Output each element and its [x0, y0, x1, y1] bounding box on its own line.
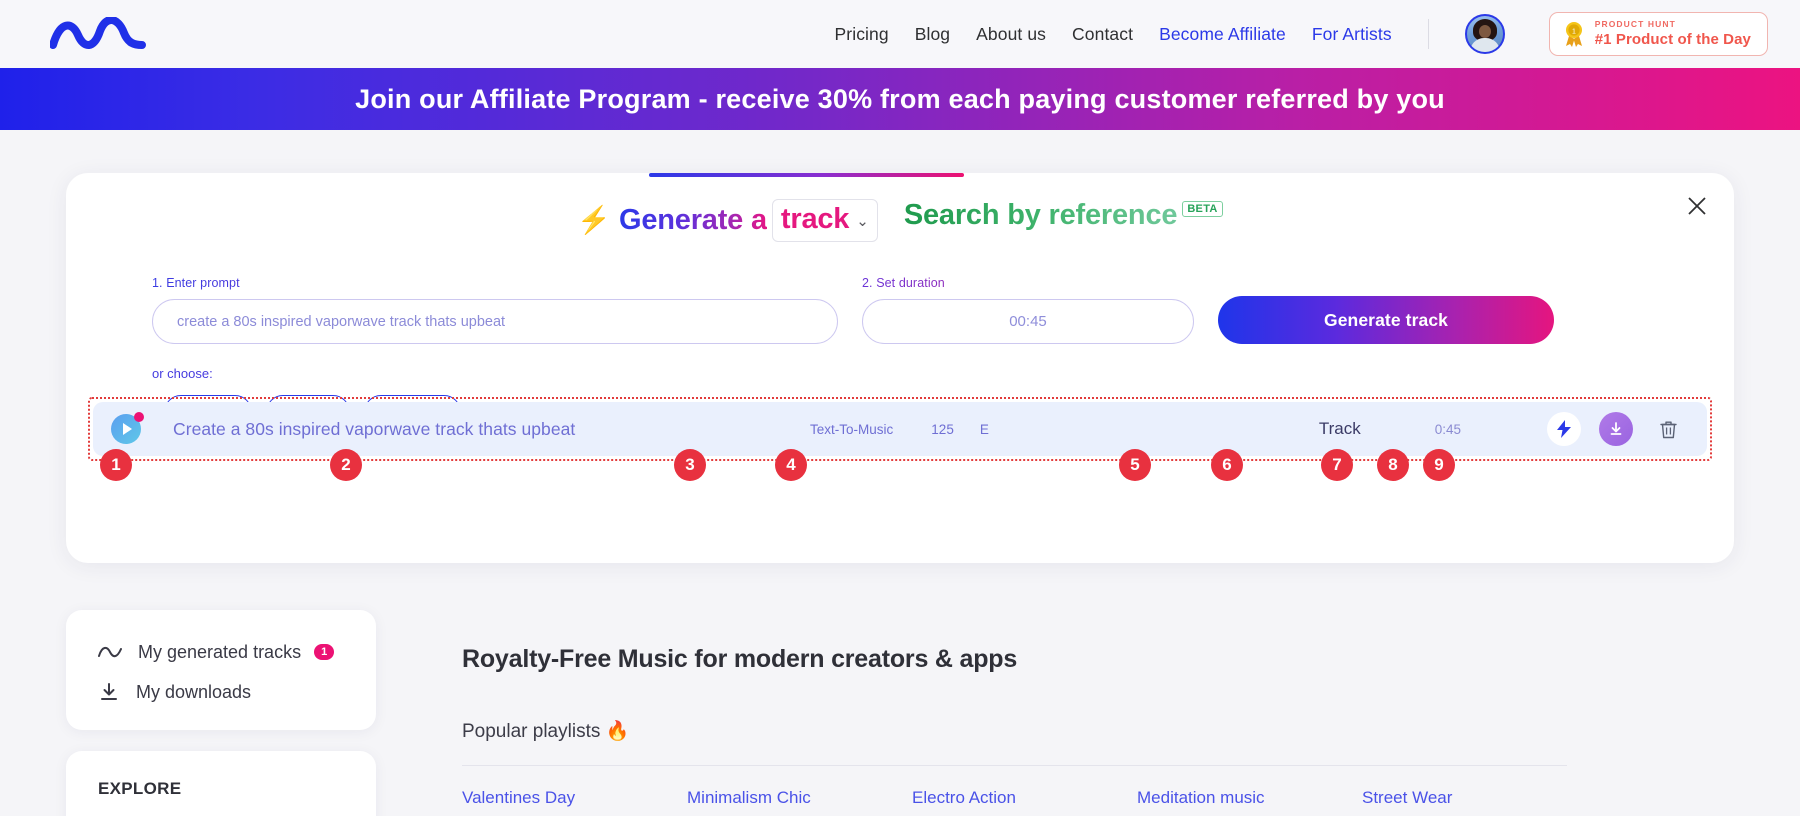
nav-item-contact[interactable]: Contact	[1072, 24, 1133, 45]
avatar[interactable]	[1465, 14, 1505, 54]
callout-marker-6: 6	[1211, 449, 1243, 481]
play-icon	[123, 423, 132, 435]
callout-marker-5: 5	[1119, 449, 1151, 481]
page-title: Royalty-Free Music for modern creators &…	[462, 645, 1740, 674]
callout-marker-1: 1	[100, 449, 132, 481]
medal-icon: 1	[1562, 21, 1586, 47]
svg-text:1: 1	[1572, 29, 1576, 36]
sidebar-item-my-generated-tracks[interactable]: My generated tracks 1	[98, 632, 376, 672]
prompt-label: 1. Enter prompt	[152, 276, 838, 290]
nav-item-pricing[interactable]: Pricing	[835, 24, 889, 45]
tab-generate-label: Generate a	[619, 204, 767, 237]
trash-icon	[1660, 420, 1677, 439]
nav-divider	[1428, 19, 1429, 49]
nav-item-for-artists[interactable]: For Artists	[1312, 24, 1392, 45]
download-icon	[98, 682, 120, 702]
tab-search-by-reference[interactable]: Search by reference BETA	[904, 173, 1223, 232]
track-duration: 0:45	[1435, 422, 1461, 437]
explore-card: EXPLORE	[66, 751, 376, 816]
popular-playlists-title: Popular playlists 🔥	[462, 719, 1740, 743]
main-nav: Pricing Blog About us Contact Become Aff…	[835, 12, 1768, 56]
callout-marker-9: 9	[1423, 449, 1455, 481]
nav-item-blog[interactable]: Blog	[915, 24, 950, 45]
list-item[interactable]: Valentines Day	[462, 788, 687, 808]
track-row-highlight: Create a 80s inspired vaporwave track th…	[88, 397, 1712, 461]
delete-button[interactable]	[1651, 412, 1685, 446]
duration-label: 2. Set duration	[862, 276, 1194, 290]
generated-tracks-count: 1	[314, 644, 334, 660]
avatar-face	[1479, 25, 1491, 38]
wave-logo[interactable]	[50, 14, 160, 54]
wave-logo-icon	[50, 17, 150, 51]
sidebar-card: My generated tracks 1 My downloads	[66, 610, 376, 730]
sidebar-item-label: My downloads	[136, 682, 251, 703]
duration-field-group: 2. Set duration 00:45	[862, 276, 1194, 344]
or-choose-label: or choose:	[66, 366, 1734, 381]
list-item[interactable]: Street Wear	[1362, 788, 1587, 808]
duration-input[interactable]: 00:45	[862, 299, 1194, 344]
table-row[interactable]: Create a 80s inspired vaporwave track th…	[93, 402, 1707, 456]
track-kind: Track	[1319, 419, 1361, 439]
list-item[interactable]: Meditation music	[1137, 788, 1362, 808]
beta-badge: BETA	[1182, 201, 1222, 217]
track-key: E	[980, 422, 989, 437]
explore-title: EXPLORE	[98, 779, 376, 799]
generator-card: ⚡ Generate a track ⌄ Search by reference…	[66, 173, 1734, 563]
generate-track-button[interactable]: Generate track	[1218, 296, 1554, 344]
callout-marker-2: 2	[330, 449, 362, 481]
track-actions	[1547, 412, 1685, 446]
affiliate-banner[interactable]: Join our Affiliate Program - receive 30%…	[0, 68, 1800, 130]
callout-marker-8: 8	[1377, 449, 1409, 481]
list-item[interactable]: Minimalism Chic	[687, 788, 912, 808]
track-type-value: track	[781, 203, 849, 236]
callout-marker-3: 3	[674, 449, 706, 481]
nav-item-about-us[interactable]: About us	[976, 24, 1046, 45]
nav-item-become-affiliate[interactable]: Become Affiliate	[1159, 24, 1286, 45]
chevron-down-icon: ⌄	[856, 214, 869, 229]
page-root: Pricing Blog About us Contact Become Aff…	[0, 0, 1800, 816]
prompt-input[interactable]: create a 80s inspired vaporwave track th…	[152, 299, 838, 344]
section-divider	[462, 765, 1567, 766]
sidebar-item-my-downloads[interactable]: My downloads	[98, 672, 376, 712]
list-item[interactable]: Electro Action	[912, 788, 1137, 808]
download-icon	[1608, 421, 1624, 437]
main-content: Royalty-Free Music for modern creators &…	[462, 595, 1740, 816]
bolt-icon: ⚡	[577, 207, 611, 234]
sidebar-item-label: My generated tracks	[138, 642, 301, 663]
callout-marker-4: 4	[775, 449, 807, 481]
product-hunt-badge[interactable]: 1 PRODUCT HUNT #1 Product of the Day	[1549, 12, 1768, 56]
generator-form: 1. Enter prompt create a 80s inspired va…	[66, 276, 1734, 344]
avatar-body	[1470, 38, 1500, 54]
tab-generate-inner: ⚡ Generate a track ⌄	[577, 199, 877, 242]
play-button[interactable]	[111, 414, 141, 444]
wave-icon	[98, 644, 122, 660]
track-type: Text-To-Music	[810, 422, 893, 437]
lower-section: My generated tracks 1 My downloads EXPLO…	[0, 595, 1800, 816]
product-hunt-title: #1 Product of the Day	[1595, 32, 1751, 48]
prompt-field-group: 1. Enter prompt create a 80s inspired va…	[152, 276, 838, 344]
site-header: Pricing Blog About us Contact Become Aff…	[0, 0, 1800, 68]
tab-generate-a-track[interactable]: ⚡ Generate a track ⌄	[577, 173, 877, 242]
playlist-grid: Valentines Day Minimalism Chic Electro A…	[462, 788, 1740, 816]
bolt-icon	[1556, 420, 1572, 438]
new-track-dot	[134, 412, 144, 422]
download-button[interactable]	[1599, 412, 1633, 446]
close-icon[interactable]	[1686, 195, 1708, 217]
track-bpm: 125	[931, 422, 954, 437]
affiliate-banner-text: Join our Affiliate Program - receive 30%…	[355, 84, 1445, 115]
tab-search-label: Search by reference	[904, 199, 1177, 232]
product-hunt-texts: PRODUCT HUNT #1 Product of the Day	[1595, 20, 1751, 48]
track-type-select[interactable]: track ⌄	[772, 199, 878, 242]
regenerate-bolt-button[interactable]	[1547, 412, 1581, 446]
generator-tabs: ⚡ Generate a track ⌄ Search by reference…	[66, 173, 1734, 242]
product-hunt-kicker: PRODUCT HUNT	[1595, 20, 1751, 29]
track-title: Create a 80s inspired vaporwave track th…	[173, 419, 575, 440]
callout-marker-7: 7	[1321, 449, 1353, 481]
tab-active-underline	[649, 173, 964, 177]
